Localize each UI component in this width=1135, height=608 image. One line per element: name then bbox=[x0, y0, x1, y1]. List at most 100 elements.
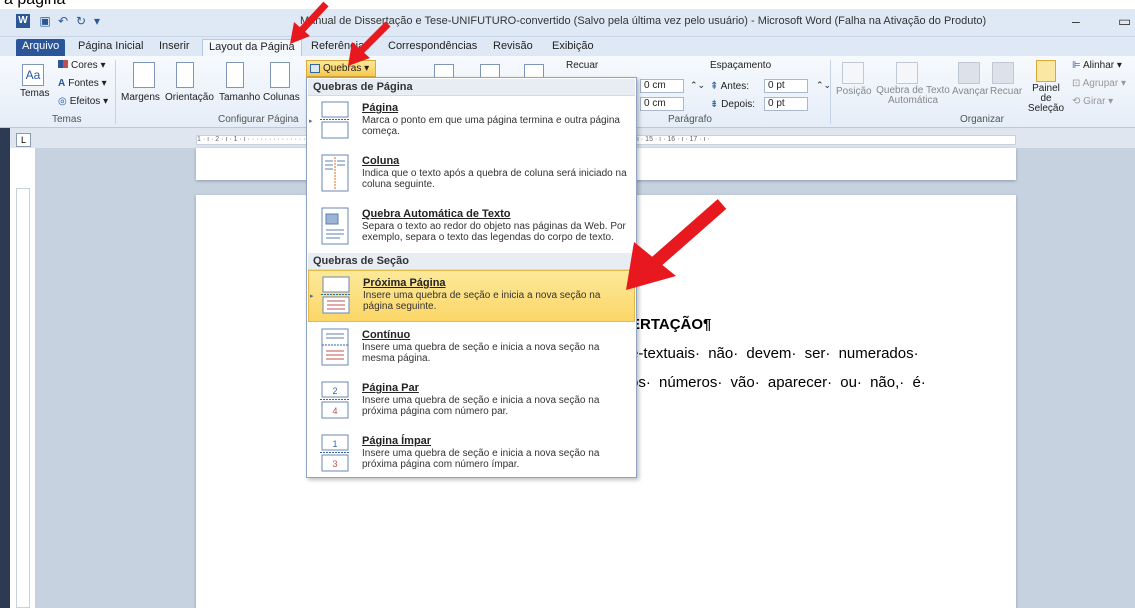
section-header-section-breaks: Quebras de Seção bbox=[308, 253, 635, 270]
wrap-text-icon[interactable] bbox=[896, 62, 918, 84]
menu-item-pagina-impar[interactable]: 13 Página Ímpar Insere uma quebra de seç… bbox=[308, 429, 635, 481]
group-icon: ⊡ bbox=[1072, 78, 1081, 89]
group-button[interactable]: ⊡ Agrupar ▾ bbox=[1072, 78, 1126, 89]
orientation-icon[interactable] bbox=[176, 62, 194, 88]
group-separator bbox=[830, 60, 831, 124]
spin-arrows-icon[interactable]: ⌃⌄ bbox=[690, 80, 705, 91]
colors-icon bbox=[58, 60, 68, 68]
tab-selector-button[interactable]: L bbox=[16, 133, 31, 147]
indent-left-input[interactable]: 0 cm bbox=[640, 79, 684, 93]
menu-item-quebra-automatica[interactable]: Quebra Automática de Texto Separa o text… bbox=[308, 202, 635, 254]
tab-inserir[interactable]: Inserir bbox=[153, 39, 196, 56]
document-heading[interactable]: ERTAÇÃO¶ bbox=[630, 316, 711, 333]
spacing-before-label: ⇞ Antes: bbox=[710, 81, 749, 92]
position-button[interactable]: Posição bbox=[836, 86, 872, 97]
rotate-button[interactable]: ⟲ Girar ▾ bbox=[1072, 96, 1113, 107]
minimize-button[interactable]: – bbox=[1072, 13, 1080, 29]
columns-icon[interactable] bbox=[270, 62, 290, 88]
menu-item-pagina-par[interactable]: 24 Página Par Insere uma quebra de seção… bbox=[308, 376, 635, 428]
svg-text:1: 1 bbox=[332, 439, 337, 449]
size-icon[interactable] bbox=[226, 62, 244, 88]
tab-revisao[interactable]: Revisão bbox=[487, 39, 539, 56]
send-backward-button[interactable]: Recuar bbox=[990, 86, 1022, 97]
group-separator bbox=[115, 60, 116, 124]
effects-icon: ◎ bbox=[58, 96, 67, 107]
vertical-ruler[interactable] bbox=[16, 188, 30, 608]
page-break-icon bbox=[320, 101, 350, 139]
breaks-icon bbox=[310, 64, 320, 73]
odd-page-section-icon: 13 bbox=[320, 434, 350, 472]
annotation-arrow-icon bbox=[290, 1, 329, 44]
ribbon-tabs: Arquivo Página Inicial Inserir Layout da… bbox=[0, 37, 1135, 56]
rotate-icon: ⟲ bbox=[1072, 96, 1081, 107]
tab-arquivo[interactable]: Arquivo bbox=[16, 39, 66, 56]
selection-pane-button[interactable]: Painel de Seleção bbox=[1026, 84, 1066, 114]
pointer-icon: ▸ bbox=[309, 118, 313, 125]
text-wrap-break-icon bbox=[321, 207, 349, 245]
orientation-button[interactable]: Orientação bbox=[165, 92, 214, 103]
next-page-section-icon bbox=[321, 276, 351, 314]
svg-text:4: 4 bbox=[332, 406, 337, 416]
wrap-text-button[interactable]: Quebra de Texto Automática bbox=[874, 86, 952, 106]
column-break-icon bbox=[321, 154, 349, 192]
margins-button[interactable]: Margens bbox=[121, 92, 160, 103]
tab-correspondencias[interactable]: Correspondências bbox=[382, 39, 483, 56]
group-label-organizar: Organizar bbox=[960, 114, 1004, 125]
window-title: Manual de Dissertação e Tese-UNIFUTURO-c… bbox=[300, 15, 987, 27]
redo-icon[interactable]: ↻ bbox=[74, 14, 88, 28]
annotation-arrow-icon bbox=[348, 21, 391, 66]
breaks-dropdown-menu: Quebras de Página ▸ Página Marca o ponto… bbox=[306, 77, 637, 478]
tab-pagina-inicial[interactable]: Página Inicial bbox=[72, 39, 149, 56]
section-header-page-breaks: Quebras de Página bbox=[308, 79, 635, 96]
menu-item-coluna[interactable]: Coluna Indica que o texto após a quebra … bbox=[308, 149, 635, 201]
bring-forward-icon[interactable] bbox=[958, 62, 980, 84]
undo-icon[interactable]: ↶ bbox=[56, 14, 70, 28]
pointer-icon: ▸ bbox=[310, 293, 314, 300]
indent-label: Recuar bbox=[566, 60, 599, 71]
margins-icon[interactable] bbox=[133, 62, 155, 88]
spacing-after-icon: ⇟ bbox=[710, 99, 719, 110]
themes-button[interactable]: Temas bbox=[20, 88, 49, 99]
menu-item-pagina[interactable]: ▸ Página Marca o ponto em que uma página… bbox=[308, 96, 635, 148]
document-text-line[interactable]: os· números· vão· aparecer· ou· não,· é· bbox=[630, 374, 926, 391]
group-label-paragrafo: Parágrafo bbox=[668, 114, 712, 125]
colors-button[interactable]: Cores ▾ bbox=[58, 60, 106, 71]
title-bar: W ▣ ↶ ↻ ▾ Manual de Dissertação e Tese-U… bbox=[0, 9, 1135, 37]
effects-button[interactable]: ◎ Efeitos ▾ bbox=[58, 96, 108, 107]
tab-exibicao[interactable]: Exibição bbox=[546, 39, 600, 56]
even-page-section-icon: 24 bbox=[320, 381, 350, 419]
svg-text:2: 2 bbox=[332, 386, 337, 396]
position-icon[interactable] bbox=[842, 62, 864, 84]
customize-quick-access-icon[interactable]: ▾ bbox=[90, 14, 104, 28]
group-label-configurar-pagina: Configurar Página bbox=[218, 114, 299, 125]
spacing-label: Espaçamento bbox=[710, 60, 772, 71]
maximize-icon[interactable]: ▭ bbox=[1118, 13, 1131, 30]
fonts-icon: A bbox=[58, 78, 66, 89]
continuous-section-icon bbox=[321, 328, 349, 366]
annotation-arrow-icon bbox=[626, 199, 727, 290]
themes-icon[interactable]: Aa bbox=[22, 64, 44, 86]
menu-item-proxima-pagina[interactable]: ▸ Próxima Página Insere uma quebra de se… bbox=[308, 270, 635, 322]
spin-arrows-icon[interactable]: ⌃⌄ bbox=[816, 80, 831, 91]
selection-pane-icon[interactable] bbox=[1036, 60, 1056, 82]
word-app-icon[interactable]: W bbox=[16, 14, 30, 28]
spacing-after-input[interactable]: 0 pt bbox=[764, 97, 808, 111]
document-text-line[interactable]: é-textuais· não· devem· ser· numerados· bbox=[630, 345, 919, 362]
menu-item-continuo[interactable]: Contínuo Insere uma quebra de seção e in… bbox=[308, 323, 635, 375]
bring-forward-button[interactable]: Avançar bbox=[952, 86, 989, 97]
columns-button[interactable]: Colunas bbox=[263, 92, 300, 103]
size-button[interactable]: Tamanho bbox=[219, 92, 260, 103]
svg-text:3: 3 bbox=[332, 459, 337, 469]
align-button[interactable]: ⊫ Alinhar ▾ bbox=[1072, 60, 1122, 71]
save-icon[interactable]: ▣ bbox=[38, 14, 52, 28]
top-caption: a página bbox=[0, 0, 1135, 9]
fonts-button[interactable]: A Fontes ▾ bbox=[58, 78, 107, 89]
indent-right-input[interactable]: 0 cm bbox=[640, 97, 684, 111]
spacing-after-label: ⇟ Depois: bbox=[710, 99, 756, 110]
spacing-before-icon: ⇞ bbox=[710, 81, 719, 92]
align-icon: ⊫ bbox=[1072, 60, 1081, 71]
spacing-before-input[interactable]: 0 pt bbox=[764, 79, 808, 93]
send-backward-icon[interactable] bbox=[992, 62, 1014, 84]
group-label-temas: Temas bbox=[52, 114, 82, 125]
left-edge-strip bbox=[0, 128, 10, 608]
